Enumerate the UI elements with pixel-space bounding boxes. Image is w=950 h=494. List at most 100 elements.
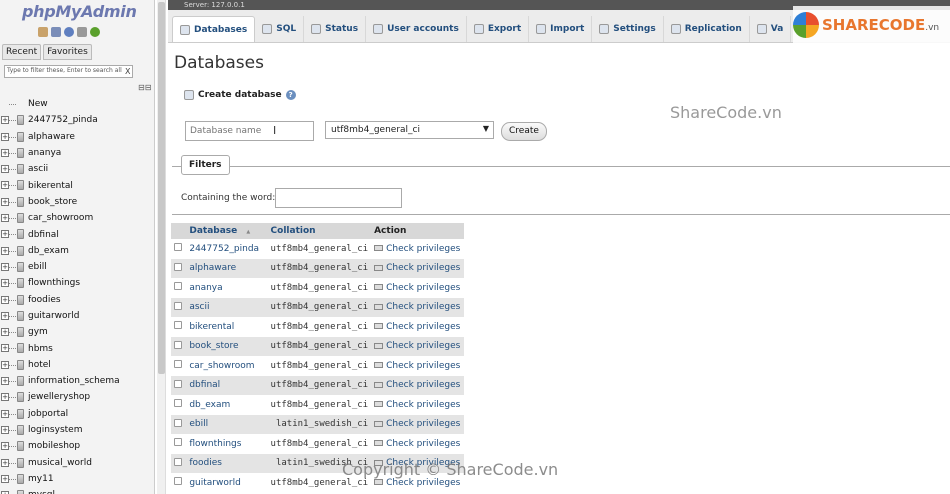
database-link[interactable]: ascii (189, 302, 209, 312)
tab-import[interactable]: Import (529, 16, 593, 42)
database-link[interactable]: bikerental (189, 322, 234, 332)
tree-item-database[interactable]: + jewelleryshop (0, 389, 152, 405)
expand-icon[interactable]: + (1, 458, 9, 467)
database-link[interactable]: book_store (189, 341, 238, 351)
tree-item-database[interactable]: + my11 (0, 471, 152, 487)
create-button[interactable]: Create (501, 122, 547, 141)
sql-window-icon[interactable] (51, 27, 61, 37)
tree-item-database[interactable]: + car_showroom (0, 210, 152, 226)
tree-item-database[interactable]: + hotel (0, 357, 152, 373)
tree-item-database[interactable]: + gym (0, 324, 152, 340)
row-checkbox[interactable] (174, 340, 182, 349)
clear-filter-icon[interactable]: X (125, 67, 130, 76)
expand-icon[interactable]: + (1, 165, 9, 174)
row-checkbox[interactable] (174, 321, 182, 330)
check-privileges-link[interactable]: Check privileges (386, 322, 460, 332)
tree-item-database[interactable]: + foodies (0, 292, 152, 308)
contains-word-input[interactable] (275, 188, 402, 208)
tab-user-accounts[interactable]: User accounts (366, 16, 467, 42)
tab-va[interactable]: Va (750, 16, 792, 42)
expand-icon[interactable]: + (1, 214, 9, 223)
database-link[interactable]: db_exam (189, 400, 230, 410)
row-checkbox[interactable] (174, 301, 182, 310)
tree-item-database[interactable]: + loginsystem (0, 422, 152, 438)
nav-filter-input[interactable]: Type to filter these, Enter to search al… (4, 65, 133, 78)
check-privileges-link[interactable]: Check privileges (386, 419, 460, 429)
tree-item-database[interactable]: + dbfinal (0, 226, 152, 242)
check-privileges-link[interactable]: Check privileges (386, 380, 460, 390)
tree-item-database[interactable]: + mobileshop (0, 438, 152, 454)
check-privileges-link[interactable]: Check privileges (386, 439, 460, 449)
tree-item-database[interactable]: + bikerental (0, 177, 152, 193)
collation-select[interactable]: utf8mb4_general_ci ▼ (325, 121, 494, 139)
database-link[interactable]: car_showroom (189, 361, 254, 371)
database-link[interactable]: flownthings (189, 439, 241, 449)
expand-icon[interactable]: + (1, 181, 9, 190)
database-link[interactable]: guitarworld (189, 478, 240, 488)
phpmyadmin-logo[interactable]: phpMyAdmin (22, 2, 137, 21)
database-link[interactable]: dbfinal (189, 380, 220, 390)
check-privileges-link[interactable]: Check privileges (386, 302, 460, 312)
expand-icon[interactable]: + (1, 132, 9, 141)
help-icon[interactable]: ? (285, 90, 296, 100)
tree-item-database[interactable]: +mysql (0, 487, 152, 494)
tab-settings[interactable]: Settings (592, 16, 664, 42)
row-checkbox[interactable] (174, 399, 182, 408)
reload-icon[interactable] (90, 27, 100, 37)
expand-icon[interactable]: + (1, 197, 9, 206)
check-privileges-link[interactable]: Check privileges (386, 361, 460, 371)
tree-item-database[interactable]: + guitarworld (0, 308, 152, 324)
check-privileges-link[interactable]: Check privileges (386, 341, 460, 351)
expand-icon[interactable]: + (1, 295, 9, 304)
expand-icon[interactable]: + (1, 442, 9, 451)
tab-favorites[interactable]: Favorites (43, 44, 92, 60)
tree-item-database[interactable]: + musical_world (0, 455, 152, 471)
collapse-all-icon[interactable]: ⊟⊟ (138, 83, 151, 92)
tree-item-new[interactable]: New (0, 96, 152, 112)
check-privileges-link[interactable]: Check privileges (386, 263, 460, 273)
row-checkbox[interactable] (174, 418, 182, 427)
database-link[interactable]: foodies (189, 458, 222, 468)
row-checkbox[interactable] (174, 379, 182, 388)
tree-item-database[interactable]: + jobportal (0, 406, 152, 422)
tree-item-database[interactable]: + book_store (0, 194, 152, 210)
expand-icon[interactable]: + (1, 377, 9, 386)
row-checkbox[interactable] (174, 262, 182, 271)
expand-icon[interactable]: + (1, 246, 9, 255)
expand-icon[interactable]: + (1, 344, 9, 353)
tree-item-database[interactable]: + ascii (0, 161, 152, 177)
expand-icon[interactable]: + (1, 328, 9, 337)
row-checkbox[interactable] (174, 477, 182, 486)
expand-icon[interactable]: + (1, 474, 9, 483)
expand-icon[interactable]: + (1, 230, 9, 239)
row-checkbox[interactable] (174, 360, 182, 369)
expand-icon[interactable]: + (1, 148, 9, 157)
tab-replication[interactable]: Replication (664, 16, 750, 42)
check-privileges-link[interactable]: Check privileges (386, 244, 460, 254)
check-privileges-link[interactable]: Check privileges (386, 400, 460, 410)
tree-item-database[interactable]: +2447752_pinda (0, 112, 152, 128)
database-column-header[interactable]: Database ▲ (186, 223, 268, 239)
tree-item-database[interactable]: + alphaware (0, 129, 152, 145)
collation-column-header[interactable]: Collation (267, 223, 372, 239)
tab-sql[interactable]: SQL (255, 16, 305, 42)
tab-recent[interactable]: Recent (2, 44, 42, 60)
expand-icon[interactable]: + (1, 279, 9, 288)
tab-export[interactable]: Export (467, 16, 530, 42)
row-checkbox[interactable] (174, 243, 182, 252)
row-checkbox[interactable] (174, 282, 182, 291)
expand-icon[interactable]: + (1, 360, 9, 369)
database-link[interactable]: alphaware (189, 263, 236, 273)
row-checkbox[interactable] (174, 438, 182, 447)
database-name-input[interactable] (185, 121, 314, 141)
row-checkbox[interactable] (174, 457, 182, 466)
docs-icon[interactable] (64, 27, 74, 37)
database-link[interactable]: 2447752_pinda (189, 244, 259, 254)
tree-item-database[interactable]: + ebill (0, 259, 152, 275)
check-privileges-link[interactable]: Check privileges (386, 478, 460, 488)
database-link[interactable]: ebill (189, 419, 208, 429)
expand-icon[interactable]: + (1, 409, 9, 418)
tree-item-database[interactable]: + information_schema (0, 373, 152, 389)
tree-item-database[interactable]: + ananya (0, 145, 152, 161)
check-privileges-link[interactable]: Check privileges (386, 283, 460, 293)
